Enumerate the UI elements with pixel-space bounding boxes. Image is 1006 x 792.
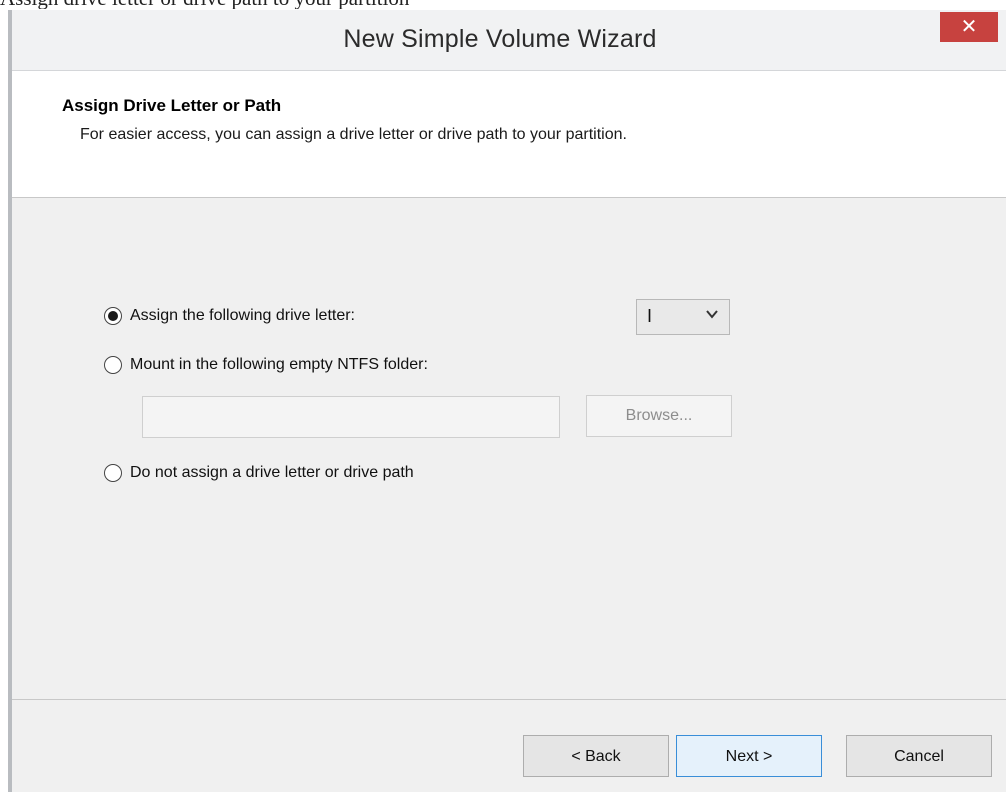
close-icon: ✕ [960,16,978,38]
radio-mount-folder[interactable] [104,356,122,374]
option-mount-folder-label: Mount in the following empty NTFS folder… [130,356,428,373]
page-title: Assign Drive Letter or Path [62,96,282,115]
option-no-assign-label: Do not assign a drive letter or drive pa… [130,464,414,481]
wizard-header: Assign Drive Letter or Path For easier a… [12,71,1006,198]
option-assign-letter[interactable]: Assign the following drive letter: [104,307,355,325]
drive-letter-value: I [647,306,653,326]
close-button[interactable]: ✕ [940,12,998,42]
option-assign-letter-label: Assign the following drive letter: [130,307,355,324]
screen: Assign drive letter or drive path to you… [0,0,1006,792]
option-mount-folder[interactable]: Mount in the following empty NTFS folder… [104,356,428,374]
folder-path-input[interactable] [142,396,560,438]
chevron-down-icon [706,310,718,319]
radio-no-assign[interactable] [104,464,122,482]
cancel-button[interactable]: Cancel [846,735,992,777]
wizard-window: New Simple Volume Wizard ✕ Assign Drive … [8,10,1006,792]
radio-assign-letter[interactable] [104,307,122,325]
drive-letter-select[interactable]: I [636,299,730,335]
window-title: New Simple Volume Wizard [343,25,657,53]
background-document-text: Assign drive letter or drive path to you… [0,0,1006,9]
browse-button[interactable]: Browse... [586,395,732,437]
title-bar: New Simple Volume Wizard ✕ [12,10,1006,71]
next-button[interactable]: Next > [676,735,822,777]
footer-divider [12,699,1006,700]
back-button[interactable]: < Back [523,735,669,777]
page-subtitle: For easier access, you can assign a driv… [80,126,627,143]
option-no-assign[interactable]: Do not assign a drive letter or drive pa… [104,464,414,482]
wizard-body: Assign the following drive letter: I Mou… [12,198,1006,698]
